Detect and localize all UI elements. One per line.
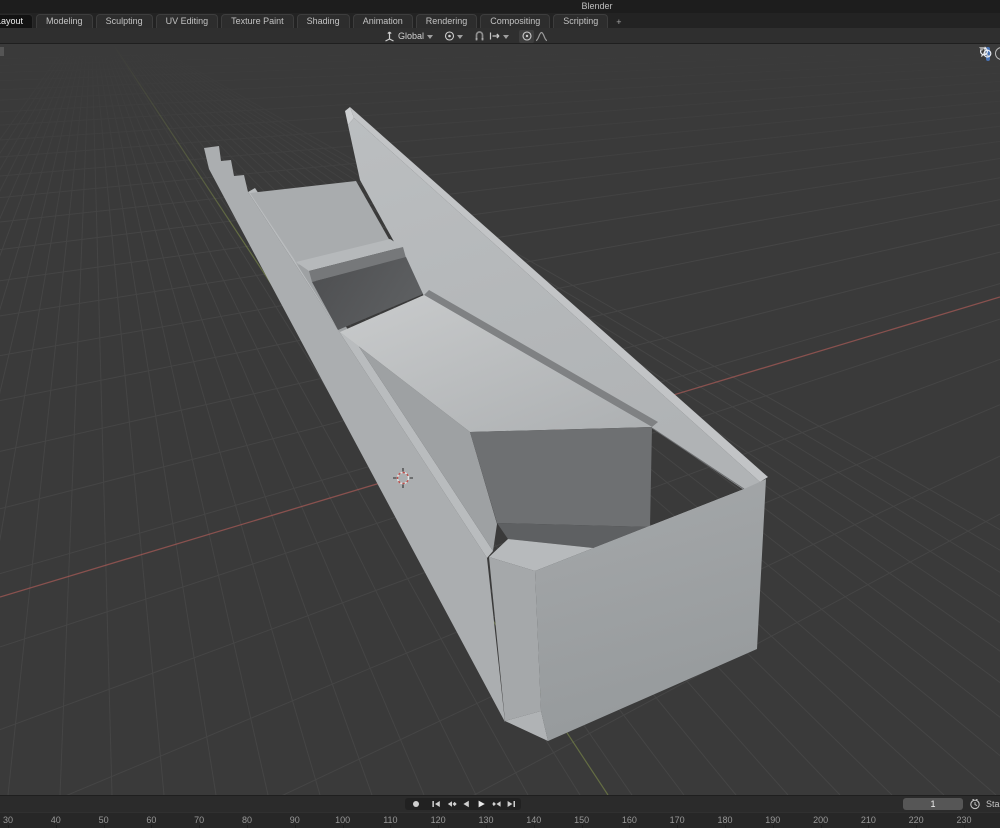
workspace-tab-scripting[interactable]: Scripting	[553, 14, 608, 28]
ruler-frame-label: 100	[335, 815, 350, 825]
ruler-frame-label: 70	[194, 815, 204, 825]
ruler-frame-label: 210	[861, 815, 876, 825]
viewport-overlay-toggles	[978, 46, 1000, 61]
jump-end-button[interactable]	[503, 798, 518, 810]
title-bar: Blender	[0, 0, 1000, 13]
next-keyframe-icon	[490, 798, 502, 810]
chevron-down-icon	[427, 35, 433, 39]
chevron-down-icon	[503, 35, 509, 39]
record-button[interactable]	[408, 798, 423, 810]
orientation-label: Global	[398, 31, 424, 41]
time-sync-icon[interactable]	[969, 798, 981, 810]
ruler-frame-label: 130	[478, 815, 493, 825]
timeline-header: 1 Start	[0, 796, 1000, 812]
window-title: Blender	[581, 1, 612, 11]
jump-start-button[interactable]	[428, 798, 443, 810]
proportional-editing-icon	[521, 30, 533, 42]
ruler-frame-label: 50	[99, 815, 109, 825]
play-reverse-icon	[460, 798, 472, 810]
xray-toggle-icon[interactable]	[995, 47, 1000, 60]
ruler-frame-label: 40	[51, 815, 61, 825]
clipped-header-fragment	[0, 47, 4, 56]
falloff-dropdown[interactable]	[534, 29, 549, 43]
snap-with-dropdown[interactable]	[488, 29, 510, 43]
start-field-label[interactable]: Start	[986, 798, 1000, 810]
snap-toggle[interactable]	[473, 29, 486, 43]
pivot-point-icon	[443, 30, 456, 42]
ruler-frame-label: 60	[146, 815, 156, 825]
ruler-frame-label: 230	[956, 815, 971, 825]
timeline-editor: 1 Start 30 40 50 60 70 80 90 100 110 120 130 140 150…	[0, 795, 1000, 828]
timeline-ruler[interactable]: 30 40 50 60 70 80 90 100 110 120 130 140 150 160 170 18…	[0, 812, 1000, 828]
snap-with-icon	[488, 30, 502, 42]
viewport-header: Global	[0, 28, 1000, 44]
next-keyframe-button[interactable]	[488, 798, 503, 810]
viewport-3d[interactable]	[0, 44, 1000, 795]
play-reverse-button[interactable]	[458, 798, 473, 810]
ruler-frame-label: 170	[670, 815, 685, 825]
ruler-frame-label: 30	[3, 815, 13, 825]
ruler-frame-label: 140	[526, 815, 541, 825]
play-forward-button[interactable]	[473, 798, 488, 810]
falloff-curve-icon	[534, 30, 549, 42]
transform-orientation-icon	[383, 30, 396, 42]
pivot-point-dropdown[interactable]	[443, 29, 464, 43]
workspace-tab-shading[interactable]: Shading	[297, 14, 350, 28]
prev-keyframe-icon	[445, 798, 457, 810]
ruler-frame-label: 190	[765, 815, 780, 825]
snap-magnet-icon	[473, 30, 486, 42]
mesh-object[interactable]	[0, 44, 1000, 795]
prev-keyframe-button[interactable]	[443, 798, 458, 810]
blender-window: Blender LayoutModelingSculptingUV Editin…	[0, 0, 1000, 828]
play-forward-icon	[475, 798, 487, 810]
workspace-tab-layout[interactable]: Layout	[0, 14, 33, 28]
jump-start-icon	[430, 798, 442, 810]
jump-end-icon	[505, 798, 517, 810]
workspace-tab-rendering[interactable]: Rendering	[416, 14, 478, 28]
workspace-tab-sculpting[interactable]: Sculpting	[96, 14, 153, 28]
transform-orientation-dropdown[interactable]: Global	[383, 29, 434, 43]
transform-tool-cluster: Global	[383, 28, 551, 44]
ruler-frame-label: 80	[242, 815, 252, 825]
current-frame-field[interactable]: 1	[903, 798, 963, 810]
ruler-frame-label: 160	[622, 815, 637, 825]
chevron-down-icon	[457, 35, 463, 39]
workspace-tab-modeling[interactable]: Modeling	[36, 14, 93, 28]
workspace-tab-compositing[interactable]: Compositing	[480, 14, 550, 28]
ruler-frame-label: 220	[909, 815, 924, 825]
overlays-toggle-button[interactable]	[986, 47, 990, 61]
playback-controls	[405, 798, 521, 810]
workspace-tab-texture-paint[interactable]: Texture Paint	[221, 14, 294, 28]
ruler-frame-label: 150	[574, 815, 589, 825]
workspace-tab-uv-editing[interactable]: UV Editing	[156, 14, 219, 28]
workspace-tab-animation[interactable]: Animation	[353, 14, 413, 28]
proportional-editing-toggle[interactable]	[519, 30, 534, 43]
ruler-frame-label: 200	[813, 815, 828, 825]
record-icon	[410, 798, 422, 810]
ruler-frame-label: 120	[431, 815, 446, 825]
chevron-down-icon[interactable]	[979, 47, 985, 51]
workspace-tab-bar: LayoutModelingSculptingUV EditingTexture…	[0, 13, 1000, 28]
add-workspace-button[interactable]: +	[611, 16, 626, 28]
platform-front[interactable]	[470, 427, 652, 527]
ruler-frame-label: 90	[290, 815, 300, 825]
ruler-frame-label: 110	[383, 815, 397, 825]
ruler-frame-label: 180	[717, 815, 732, 825]
